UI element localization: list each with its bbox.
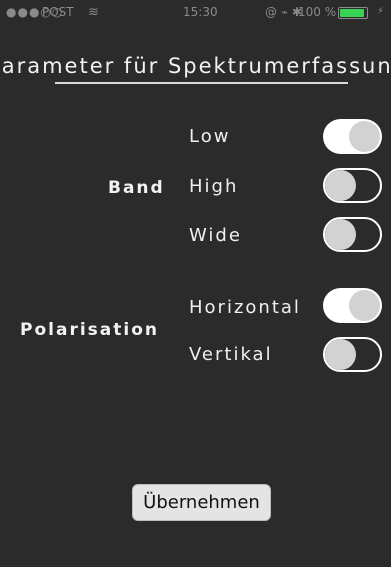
band-low-toggle[interactable] [323, 119, 382, 154]
polarisation-vertikal-toggle[interactable] [323, 337, 382, 372]
battery-icon [338, 7, 368, 19]
title-underline [55, 82, 348, 84]
toggle-knob [325, 339, 356, 370]
apply-button[interactable]: Übernehmen [132, 484, 271, 521]
band-wide-toggle[interactable] [323, 217, 382, 252]
battery-percent: 100 % [298, 5, 337, 19]
band-option-high-label: High [189, 176, 239, 197]
band-high-toggle[interactable] [323, 168, 382, 203]
polarisation-option-horizontal-label: Horizontal [189, 297, 301, 318]
band-label: Band [108, 178, 165, 198]
toggle-knob [349, 121, 380, 152]
status-bar: ●●●○○ POST ≋ 15:30 @ ⌁ ✱ 100 % ⚡ [0, 0, 391, 22]
band-option-wide-label: Wide [189, 225, 242, 246]
toggle-knob [325, 219, 356, 250]
band-option-low-label: Low [189, 126, 231, 147]
wifi-icon: ≋ [88, 5, 99, 20]
battery-level [340, 9, 364, 17]
status-time: 15:30 [183, 5, 218, 19]
polarisation-label: Polarisation [20, 320, 159, 340]
toggle-knob [325, 170, 356, 201]
polarisation-option-vertikal-label: Vertikal [189, 344, 273, 365]
toggle-knob [349, 290, 380, 321]
page-title-text: Parameter für Spektrumerfassung [0, 54, 391, 78]
system-icons: @ ⌁ ✱ [265, 5, 302, 19]
polarisation-horizontal-toggle[interactable] [323, 288, 382, 323]
charging-icon: ⚡ [377, 6, 385, 17]
carrier-name: POST [42, 5, 74, 19]
